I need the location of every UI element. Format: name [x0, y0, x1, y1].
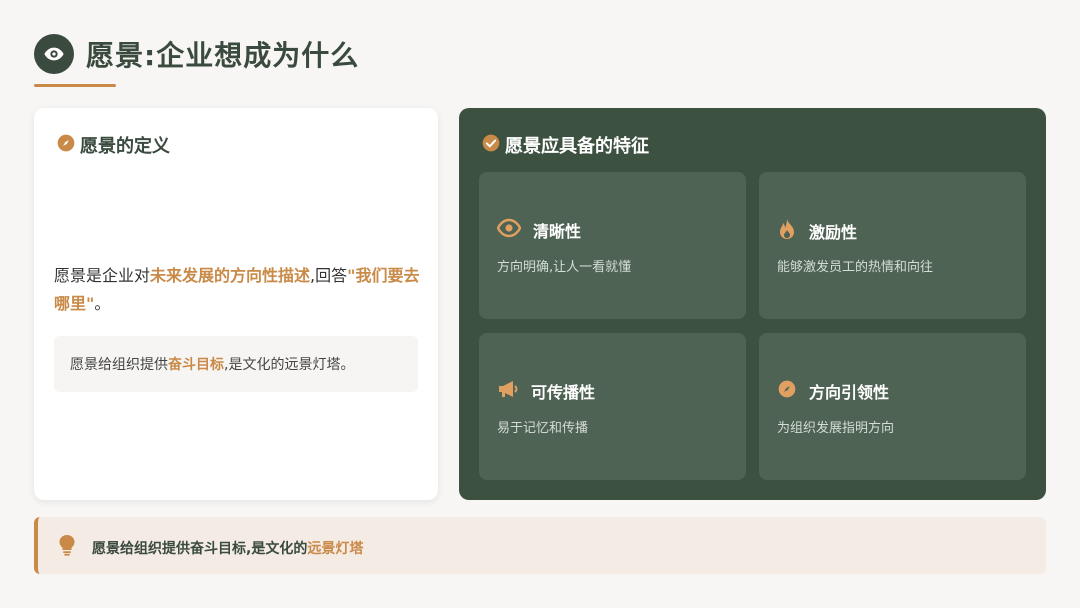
compass-icon [56, 133, 76, 157]
lightbulb-icon [58, 534, 76, 560]
feature-desc: 为组织发展指明方向 [777, 421, 895, 436]
summary-text: 愿景给组织提供奋斗目标,是文化的远景灯塔 [92, 541, 364, 557]
summary-banner: 愿景给组织提供奋斗目标,是文化的远景灯塔 [34, 517, 1046, 574]
definition-text: 愿景是企业对未来发展的方向性描述,回答"我们要去哪里"。 [54, 266, 420, 313]
feature-title: 可传播性 [531, 383, 596, 402]
definition-heading: 愿景的定义 [56, 132, 170, 158]
feature-title: 方向引领性 [809, 383, 890, 402]
feature-desc: 能够激发员工的热情和向往 [777, 260, 934, 275]
eye-icon [496, 218, 522, 242]
feature-title: 清晰性 [533, 222, 582, 241]
flame-icon [777, 218, 797, 244]
title-underline [34, 84, 116, 87]
feature-motivation: 激励性 能够激发员工的热情和向往 [759, 172, 1026, 319]
check-circle-icon [481, 133, 501, 157]
features-card: 愿景应具备的特征 清晰性 方向明确,让人一看就懂 激励性 能够激发员工的热情和向… [459, 108, 1046, 500]
megaphone-icon [497, 379, 519, 403]
feature-title: 激励性 [809, 223, 858, 242]
page-title: 愿景:企业想成为什么 [86, 39, 360, 72]
feature-spreadability: 可传播性 易于记忆和传播 [479, 333, 746, 480]
compass-icon [777, 379, 797, 403]
features-heading: 愿景应具备的特征 [481, 132, 649, 158]
feature-desc: 易于记忆和传播 [497, 421, 589, 436]
feature-desc: 方向明确,让人一看就懂 [497, 260, 632, 275]
feature-direction: 方向引领性 为组织发展指明方向 [759, 333, 1026, 480]
feature-clarity: 清晰性 方向明确,让人一看就懂 [479, 172, 746, 319]
definition-heading-label: 愿景的定义 [80, 136, 170, 157]
definition-note: 愿景给组织提供奋斗目标,是文化的远景灯塔。 [54, 336, 418, 392]
features-heading-label: 愿景应具备的特征 [505, 136, 649, 157]
eye-icon [34, 34, 74, 74]
page-header: 愿景:企业想成为什么 [34, 34, 359, 74]
definition-card: 愿景的定义 愿景是企业对未来发展的方向性描述,回答"我们要去哪里"。 愿景给组织… [34, 108, 438, 500]
